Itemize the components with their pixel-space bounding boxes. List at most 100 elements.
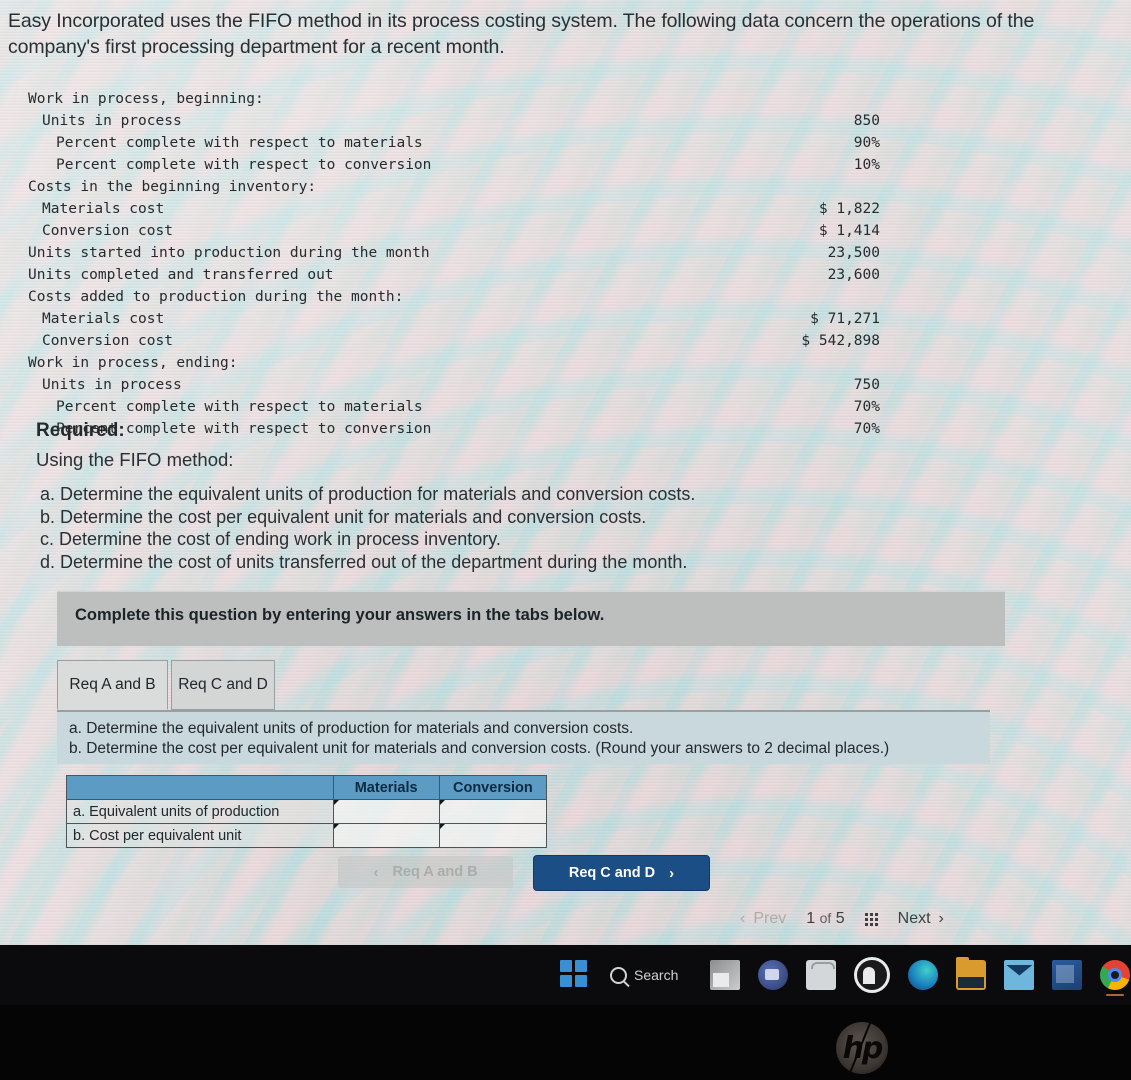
data-row-label: Materials cost (42, 201, 165, 217)
problem-data-table: Work in process, beginning: Units in proc… (0, 88, 880, 440)
google-chrome-icon[interactable] (1100, 960, 1131, 996)
answer-table-body: a. Equivalent units of production b. Cos… (66, 799, 548, 848)
laptop-bezel: hp (0, 1005, 1131, 1080)
pager-next-button[interactable]: Next › (898, 910, 944, 928)
problem-statement: Easy Incorporated uses the FIFO method i… (8, 10, 1035, 58)
pager-prev-button[interactable]: ‹ Prev (740, 910, 786, 928)
chevron-left-icon: ‹ (740, 910, 746, 927)
data-row: Costs added to production during the mon… (0, 286, 880, 308)
req-a-and-b-button[interactable]: ‹ Req A and B (338, 856, 513, 888)
data-row: Materials cost $ 71,271 (0, 308, 880, 330)
data-row-label: Percent complete with respect to materia… (56, 135, 423, 151)
data-row-value: $ 1,822 (818, 201, 880, 217)
required-heading: Required: (36, 420, 125, 441)
windows-taskbar: Search (0, 945, 1131, 1005)
data-row-label: Work in process, beginning: (28, 91, 264, 107)
tab-instruction-panel: a. Determine the equivalent units of pro… (57, 712, 990, 764)
data-row: Units in process 750 (0, 374, 880, 396)
input-equivalent-units-materials[interactable] (332, 799, 440, 824)
hp-omen-icon[interactable] (854, 957, 891, 993)
data-row: Percent complete with respect to convers… (0, 154, 880, 176)
hp-logo: hp (836, 1019, 888, 1077)
data-row: Units started into production during the… (0, 242, 880, 264)
answer-table-header-row: Materials Conversion (66, 775, 548, 800)
required-item: a. Determine the equivalent units of pro… (40, 484, 696, 504)
column-header-conversion: Conversion (438, 775, 548, 800)
instruction-line-a: a. Determine the equivalent units of pro… (69, 720, 634, 737)
row-label-equivalent-units: a. Equivalent units of production (66, 799, 334, 824)
complete-question-banner: Complete this question by entering your … (57, 591, 1005, 646)
data-row: Units in process 850 (0, 110, 880, 132)
table-row: a. Equivalent units of production (66, 799, 548, 824)
instruction-line-b: b. Determine the cost per equivalent uni… (69, 740, 890, 757)
req-c-and-d-button[interactable]: Req C and D › (533, 855, 710, 891)
row-label-cost-per-unit: b. Cost per equivalent unit (66, 823, 334, 848)
data-row: Conversion cost $ 1,414 (0, 220, 880, 242)
hp-logo-text: hp (842, 1030, 884, 1066)
req-prev-label: Req A and B (392, 864, 478, 880)
data-row-value: 850 (853, 113, 880, 129)
file-explorer-icon[interactable] (956, 957, 987, 990)
tab-req-a-and-b[interactable]: Req A and B (57, 660, 168, 710)
answer-table: Materials Conversion a. Equivalent units… (66, 775, 548, 848)
teams-icon[interactable] (758, 960, 789, 990)
input-cost-per-unit-materials[interactable] (332, 823, 440, 848)
data-row-value: $ 542,898 (801, 333, 880, 349)
required-item: c. Determine the cost of ending work in … (40, 529, 501, 549)
column-header-materials: Materials (332, 775, 440, 800)
windows-start-icon[interactable] (560, 960, 590, 990)
data-row-label: Units completed and transferred out (28, 267, 334, 283)
required-items-list: a. Determine the equivalent units of pro… (40, 483, 695, 573)
chevron-left-icon: ‹ (373, 863, 379, 881)
data-row: Percent complete with respect to materia… (0, 132, 880, 154)
required-subheading: Using the FIFO method: (36, 449, 234, 470)
data-row-value: 10% (853, 157, 880, 173)
data-row-label: Work in process, ending: (28, 355, 238, 371)
answer-table-head: Materials Conversion (66, 775, 548, 800)
microsoft-store-icon[interactable] (806, 960, 837, 990)
chevron-right-icon: › (669, 864, 675, 882)
data-row: Conversion cost $ 542,898 (0, 330, 880, 352)
data-row: Percent complete with respect to materia… (0, 396, 880, 418)
input-equivalent-units-conversion[interactable] (438, 799, 548, 824)
requirement-tabs: Req A and B Req C and D (57, 660, 990, 713)
data-row-label: Percent complete with respect to convers… (56, 157, 432, 173)
data-row-value: $ 71,271 (810, 311, 880, 327)
excel-icon[interactable] (710, 960, 741, 990)
data-row: Materials cost $ 1,822 (0, 198, 880, 220)
table-row: b. Cost per equivalent unit (66, 823, 548, 848)
data-row-label: Units started into production during the… (28, 245, 430, 261)
tab-req-c-and-d[interactable]: Req C and D (171, 660, 275, 710)
data-row: Work in process, ending: (0, 352, 880, 374)
microsoft-edge-icon[interactable] (908, 960, 939, 990)
data-row-value: 70% (853, 421, 880, 437)
req-next-label: Req C and D (568, 865, 656, 881)
data-row-value: 23,500 (827, 245, 880, 261)
data-row-label: Percent complete with respect to materia… (56, 399, 423, 415)
taskbar-items: Search (560, 945, 1131, 1005)
pager-next-label: Next (897, 910, 931, 927)
pager-current-page: 1 (806, 910, 816, 927)
banner-text: Complete this question by entering your … (75, 606, 605, 624)
data-row-label: Costs in the beginning inventory: (28, 179, 317, 195)
data-row: Units completed and transferred out 23,60… (0, 264, 880, 286)
word-icon[interactable] (1052, 960, 1083, 990)
grid-view-icon[interactable] (864, 912, 878, 926)
required-item: d. Determine the cost of units transferr… (40, 551, 688, 572)
pager-total-pages: 5 (835, 910, 845, 927)
input-cost-per-unit-conversion[interactable] (438, 823, 548, 848)
data-row: Costs in the beginning inventory: (0, 176, 880, 198)
data-row-value: 750 (853, 377, 880, 393)
data-row: Work in process, beginning: (0, 88, 880, 110)
tab-label: Req C and D (178, 676, 268, 693)
chevron-right-icon: › (938, 910, 944, 927)
pager-count: 1 of 5 (806, 910, 844, 928)
tab-label: Req A and B (69, 676, 156, 693)
mail-icon[interactable] (1004, 960, 1035, 990)
page-content: Easy Incorporated uses the FIFO method i… (0, 0, 1131, 945)
search-icon (610, 966, 627, 984)
taskbar-search-button[interactable]: Search (610, 966, 678, 984)
data-row: Percent complete with respect to convers… (0, 418, 880, 440)
data-row-value: 70% (853, 399, 880, 415)
pager-of-word: of (819, 910, 832, 926)
